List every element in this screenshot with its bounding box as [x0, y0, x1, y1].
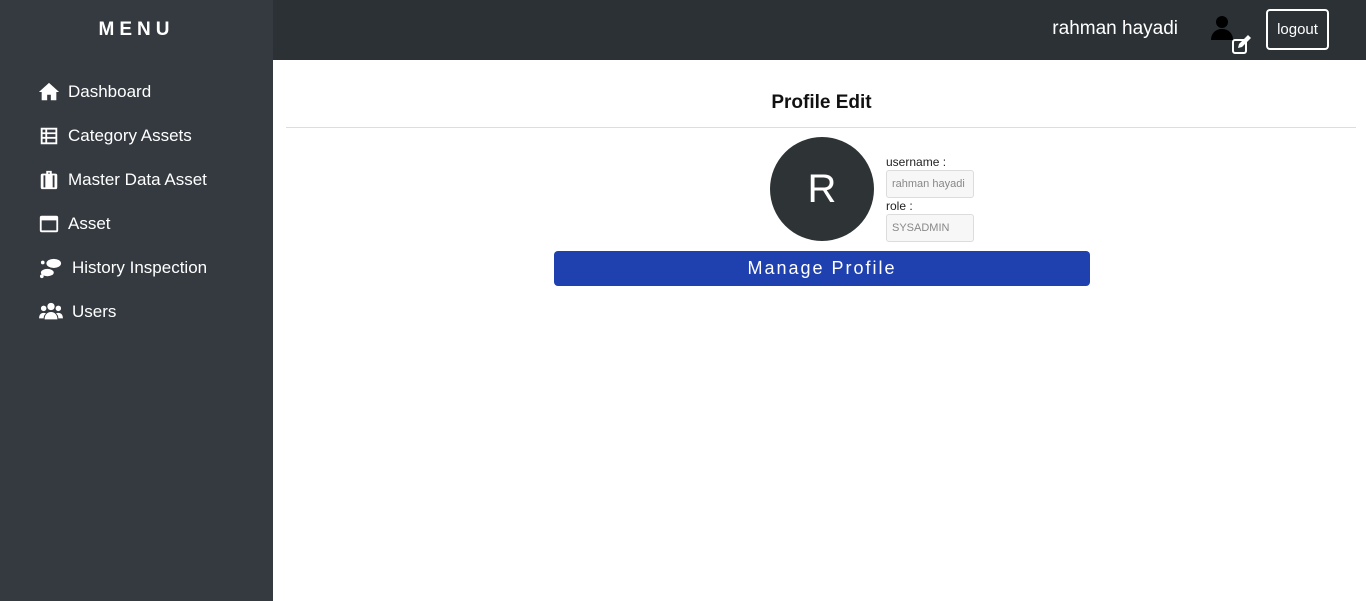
users-icon — [39, 302, 63, 320]
sidebar-item-category-assets[interactable]: Category Assets — [38, 114, 207, 158]
logout-button[interactable]: logout — [1266, 9, 1329, 50]
page-title: Profile Edit — [771, 92, 872, 113]
window-icon — [39, 215, 59, 233]
header-user-name: rahman hayadi — [1052, 18, 1178, 39]
footprints-icon — [40, 258, 62, 279]
avatar-initial: R — [807, 166, 837, 211]
app-root: MENU Dashboard Category Assets Master Da… — [0, 0, 1366, 601]
sidebar-item-label: Master Data Asset — [68, 170, 207, 189]
username-field[interactable] — [886, 170, 974, 198]
title-divider — [286, 127, 1356, 128]
sidebar-item-dashboard[interactable]: Dashboard — [38, 70, 207, 114]
home-icon — [38, 82, 60, 101]
menu-title: MENU — [98, 19, 175, 40]
sidebar-item-label: History Inspection — [72, 258, 208, 277]
main-content: Profile Edit R username : role : Manage … — [273, 60, 1366, 601]
user-edit-icon[interactable] — [1210, 14, 1254, 56]
sidebar-item-label: Dashboard — [68, 82, 152, 101]
table-list-icon — [40, 127, 58, 145]
sidebar-item-label: Users — [72, 302, 117, 321]
sidebar-item-history-inspection[interactable]: History Inspection — [38, 246, 207, 290]
sidebar-item-master-data-asset[interactable]: Master Data Asset — [38, 158, 207, 202]
role-label: role : — [886, 199, 913, 213]
avatar: R — [770, 137, 874, 241]
manage-profile-button[interactable]: Manage Profile — [554, 251, 1090, 286]
top-header: rahman hayadi logout — [273, 0, 1366, 60]
sidebar-item-asset[interactable]: Asset — [38, 202, 207, 246]
sidebar-item-users[interactable]: Users — [38, 290, 207, 334]
sidebar: MENU Dashboard Category Assets Master Da… — [0, 0, 273, 601]
suitcase-icon — [40, 170, 58, 190]
sidebar-nav: Dashboard Category Assets Master Data As… — [38, 70, 207, 334]
sidebar-item-label: Category Assets — [68, 126, 192, 145]
username-label: username : — [886, 155, 947, 169]
sidebar-item-label: Asset — [68, 214, 111, 233]
role-field[interactable] — [886, 214, 974, 242]
